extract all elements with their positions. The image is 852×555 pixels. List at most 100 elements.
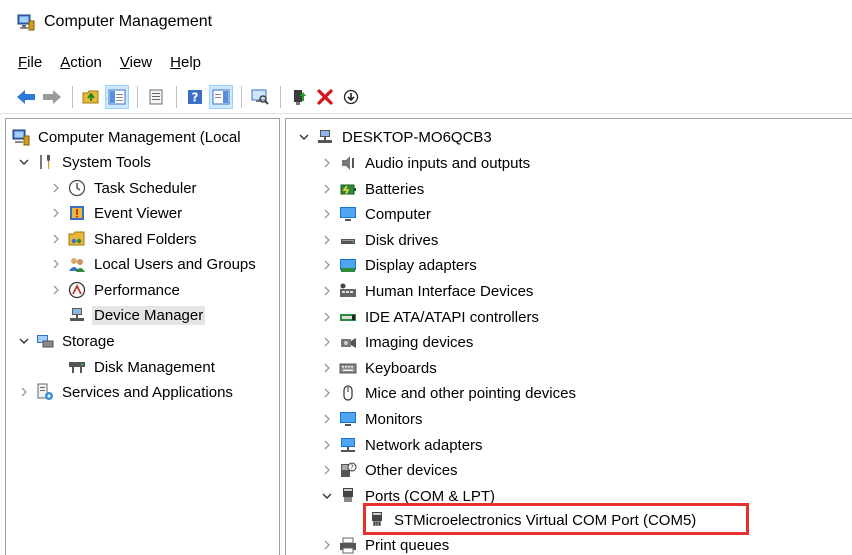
device-category-mice-and-other-pointing-devices[interactable]: Mice and other pointing devices [319,381,578,405]
tree-label: Imaging devices [365,333,474,351]
tree-label: Display adapters [365,256,477,274]
chevron-right-icon[interactable] [48,205,64,221]
chevron-right-icon[interactable] [319,309,335,325]
uninstall-device-button[interactable] [313,85,337,109]
chevron-down-icon[interactable] [16,154,32,170]
device-category-other-devices[interactable]: ? Other devices [319,458,460,482]
properties-button[interactable] [144,85,168,109]
shared-folder-icon [68,231,85,246]
system-tools-icon [40,155,50,169]
device-category-imaging-devices[interactable]: Imaging devices [319,330,475,354]
show-hide-tree-button[interactable] [105,85,129,109]
clock-icon [68,179,86,197]
menu-action[interactable]: Action [60,54,102,71]
tree-label: Storage [62,332,115,350]
forward-arrow-icon [43,90,61,104]
chevron-right-icon[interactable] [319,437,335,453]
device-category-computer[interactable]: Computer [319,202,433,226]
computer-management-icon [17,14,35,31]
tree-label: IDE ATA/ATAPI controllers [365,308,539,326]
highlight-annotation [363,503,749,535]
chevron-right-icon[interactable] [319,411,335,427]
menu-file[interactable]: File [18,54,42,71]
users-icon [69,258,85,272]
chevron-right-icon[interactable] [48,180,64,196]
menu-view[interactable]: View [120,54,152,71]
chevron-right-icon[interactable] [319,385,335,401]
download-button[interactable] [339,85,363,109]
forward-button[interactable] [40,85,64,109]
chevron-right-icon[interactable] [48,282,64,298]
help-icon: ? [188,90,202,105]
chevron-down-icon[interactable] [16,333,32,349]
chevron-right-icon[interactable] [48,231,64,247]
chevron-right-icon[interactable] [48,256,64,272]
device-category-disk-drives[interactable]: Disk drives [319,228,440,252]
mouse-icon [343,385,353,401]
chevron-right-icon[interactable] [16,384,32,400]
hid-icon [340,283,356,297]
device-tree-root[interactable]: DESKTOP-MO6QCB3 [296,125,494,149]
chevron-right-icon[interactable] [319,232,335,248]
monitor-icon [340,207,356,221]
chevron-right-icon[interactable] [319,257,335,273]
tree-item-device-manager[interactable]: Device Manager [68,303,206,327]
chevron-down-icon[interactable] [296,129,312,145]
properties-icon [149,89,163,105]
services-icon [37,383,53,400]
tree-item-computer-management[interactable]: Computer Management (Local [12,125,243,149]
update-driver-button[interactable] [287,85,311,109]
show-hide-action-pane-icon [212,89,230,105]
show-hide-action-pane-button[interactable] [209,85,233,109]
chevron-right-icon[interactable] [319,181,335,197]
toolbar-separator [137,86,138,108]
tree-item-storage[interactable]: Storage [16,329,117,353]
tree-item-event-viewer[interactable]: Event Viewer [48,201,184,225]
chevron-right-icon[interactable] [319,206,335,222]
show-hide-tree-icon [108,89,126,105]
tree-item-local-users[interactable]: Local Users and Groups [48,252,258,276]
tree-item-system-tools[interactable]: System Tools [16,150,153,174]
tree-item-task-scheduler[interactable]: Task Scheduler [48,176,199,200]
computer-management-icon [12,129,30,146]
chevron-right-icon[interactable] [319,462,335,478]
device-category-display-adapters[interactable]: Display adapters [319,253,479,277]
device-category-ide-ata-atapi-controllers[interactable]: IDE ATA/ATAPI controllers [319,305,541,329]
svg-text:?: ? [350,464,354,472]
device-category-human-interface-devices[interactable]: Human Interface Devices [319,279,535,303]
chevron-right-icon[interactable] [319,155,335,171]
back-button[interactable] [14,85,38,109]
svg-text:?: ? [192,91,199,105]
title-bar: Computer Management [0,0,852,44]
scan-hardware-button[interactable] [248,85,272,109]
device-category-keyboards[interactable]: Keyboards [319,356,439,380]
device-category-audio-inputs-and-outputs[interactable]: Audio inputs and outputs [319,151,532,175]
device-category-print-queues[interactable]: Print queues [319,533,451,555]
tree-item-performance[interactable]: Performance [48,278,182,302]
toolbar-separator [72,86,73,108]
chevron-right-icon[interactable] [319,537,335,553]
help-button[interactable]: ? [183,85,207,109]
tree-label: Mice and other pointing devices [365,384,576,402]
back-arrow-icon [17,90,35,104]
tree-label: Local Users and Groups [94,255,256,273]
tree-label: Other devices [365,461,458,479]
chevron-right-icon[interactable] [319,334,335,350]
event-viewer-icon [70,206,84,220]
up-folder-button[interactable] [79,85,103,109]
device-category-batteries[interactable]: Batteries [319,177,426,201]
tree-item-disk-management[interactable]: Disk Management [68,355,217,379]
download-icon [343,89,359,105]
chevron-down-icon[interactable] [319,488,335,504]
tree-label: Disk drives [365,231,439,249]
computer-icon [318,130,332,143]
device-category-network-adapters[interactable]: Network adapters [319,433,485,457]
tree-item-shared-folders[interactable]: Shared Folders [48,227,199,251]
tree-label: Services and Applications [62,383,233,401]
chevron-right-icon[interactable] [319,360,335,376]
chevron-right-icon[interactable] [319,283,335,299]
tree-item-services-applications[interactable]: Services and Applications [16,380,235,404]
menu-help[interactable]: Help [170,54,201,71]
toolbar-separator [280,86,281,108]
device-category-monitors[interactable]: Monitors [319,407,425,431]
